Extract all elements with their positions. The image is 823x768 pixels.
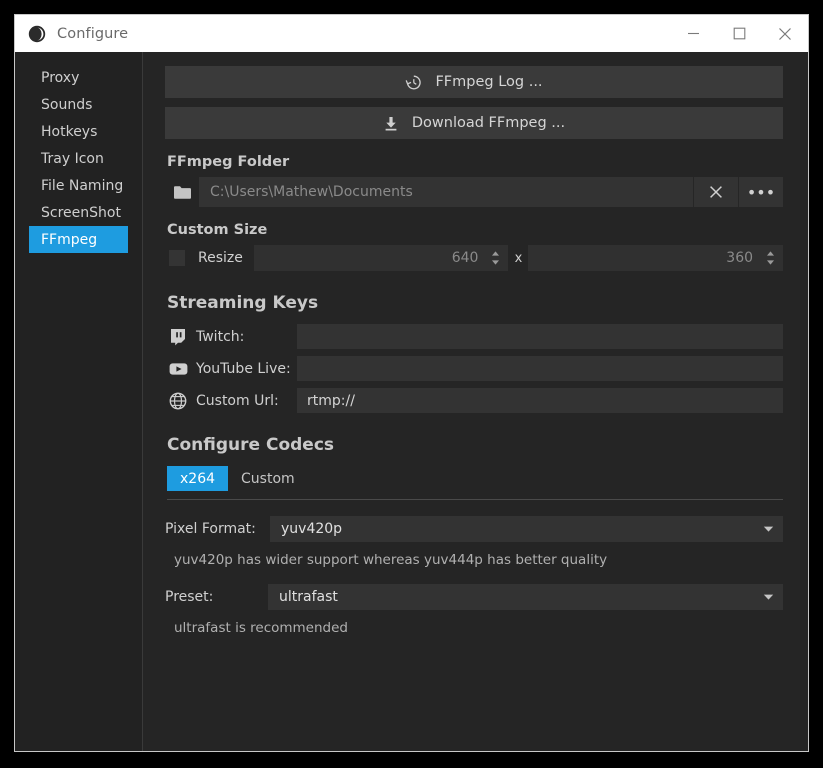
custom-url-label: Custom Url:: [196, 392, 279, 409]
close-button[interactable]: [762, 15, 808, 52]
maximize-button[interactable]: [716, 15, 762, 52]
download-ffmpeg-button[interactable]: Download FFmpeg ...: [165, 107, 783, 139]
streaming-keys-heading: Streaming Keys: [167, 293, 319, 313]
youtube-key-input[interactable]: [297, 356, 783, 381]
ffmpeg-log-button[interactable]: FFmpeg Log ...: [165, 66, 783, 98]
tab-custom[interactable]: Custom: [228, 466, 308, 491]
configure-window: Configure Proxy Sounds Hotkeys Tray Icon…: [14, 14, 809, 752]
twitch-key-row: Twitch:: [165, 324, 783, 349]
sidebar-item-label: Proxy: [41, 69, 80, 86]
sidebar-item-sounds[interactable]: Sounds: [29, 91, 128, 118]
ffmpeg-folder-heading: FFmpeg Folder: [167, 154, 290, 170]
custom-size-row: Resize 640 x 360: [165, 245, 784, 271]
configure-codecs-heading: Configure Codecs: [167, 435, 335, 455]
preset-row: Preset: ultrafast: [165, 584, 783, 610]
folder-icon: [165, 177, 199, 207]
sidebar-item-ffmpeg[interactable]: FFmpeg: [29, 226, 128, 253]
window-title: Configure: [57, 25, 129, 42]
sidebar-item-screenshot[interactable]: ScreenShot: [29, 199, 128, 226]
preset-select[interactable]: ultrafast: [268, 584, 783, 610]
youtube-icon: [165, 362, 196, 376]
resize-checkbox[interactable]: [169, 250, 185, 266]
settings-sidebar: Proxy Sounds Hotkeys Tray Icon File Nami…: [15, 52, 143, 751]
browse-folder-label: •••: [746, 182, 776, 202]
sidebar-item-proxy[interactable]: Proxy: [29, 64, 128, 91]
sidebar-item-tray-icon[interactable]: Tray Icon: [29, 145, 128, 172]
custom-url-row: Custom Url: rtmp://: [165, 388, 783, 413]
custom-size-heading: Custom Size: [167, 222, 268, 238]
preset-label: Preset:: [165, 589, 214, 605]
youtube-key-row: YouTube Live:: [165, 356, 783, 381]
resize-width-value: 640: [451, 250, 479, 266]
window-body: Proxy Sounds Hotkeys Tray Icon File Nami…: [15, 52, 808, 751]
pixel-format-select[interactable]: yuv420p: [270, 516, 783, 542]
chevron-down-icon: [763, 589, 774, 605]
resize-height-spinbox[interactable]: 360: [528, 245, 784, 271]
browse-folder-button[interactable]: •••: [738, 177, 783, 207]
pixel-format-value: yuv420p: [281, 521, 343, 537]
pixel-format-row: Pixel Format: yuv420p: [165, 516, 783, 542]
minimize-button[interactable]: [670, 15, 716, 52]
sidebar-item-label: FFmpeg: [41, 231, 98, 248]
download-icon: [383, 115, 399, 132]
download-ffmpeg-button-label: Download FFmpeg ...: [411, 115, 566, 131]
sidebar-item-file-naming[interactable]: File Naming: [29, 172, 128, 199]
resize-height-value: 360: [726, 250, 754, 266]
twitch-label: Twitch:: [196, 328, 245, 345]
tab-x264[interactable]: x264: [167, 466, 229, 491]
ffmpeg-folder-row: C:\Users\Mathew\Documents •••: [165, 177, 783, 207]
ffmpeg-log-button-label: FFmpeg Log ...: [435, 74, 543, 90]
preset-value: ultrafast: [279, 589, 338, 605]
spinner-arrows-icon[interactable]: [761, 250, 783, 266]
history-clock-icon: [405, 74, 422, 91]
tab-separator: [167, 499, 783, 500]
youtube-label: YouTube Live:: [196, 360, 291, 377]
sidebar-item-hotkeys[interactable]: Hotkeys: [29, 118, 128, 145]
sidebar-item-label: Hotkeys: [41, 123, 98, 140]
sidebar-item-label: Tray Icon: [41, 150, 104, 167]
pixel-format-label: Pixel Format:: [165, 521, 256, 537]
ffmpeg-settings-panel: FFmpeg Log ... Download FFmpeg ... FFmpe…: [143, 52, 808, 751]
pixel-format-hint: yuv420p has wider support whereas yuv444…: [174, 552, 608, 568]
resize-width-spinbox[interactable]: 640: [253, 245, 509, 271]
twitch-key-input[interactable]: [297, 324, 783, 349]
resize-label: Resize: [198, 250, 243, 266]
clear-path-button[interactable]: [693, 177, 738, 207]
app-circle-logo-icon: [28, 25, 46, 43]
ffmpeg-folder-path-input[interactable]: C:\Users\Mathew\Documents: [199, 177, 693, 207]
spinner-arrows-icon[interactable]: [486, 250, 508, 266]
tab-label: x264: [180, 470, 216, 487]
tab-label: Custom: [241, 470, 295, 487]
size-separator: x: [514, 250, 523, 266]
globe-icon: [165, 392, 196, 410]
sidebar-item-label: Sounds: [41, 96, 93, 113]
preset-hint: ultrafast is recommended: [174, 620, 348, 636]
sidebar-item-label: File Naming: [41, 177, 124, 194]
custom-url-input[interactable]: rtmp://: [297, 388, 783, 413]
sidebar-item-label: ScreenShot: [41, 204, 121, 221]
codec-tabs: x264 Custom: [167, 466, 783, 491]
chevron-down-icon: [763, 521, 774, 537]
title-bar: Configure: [15, 15, 808, 52]
twitch-icon: [165, 328, 196, 346]
